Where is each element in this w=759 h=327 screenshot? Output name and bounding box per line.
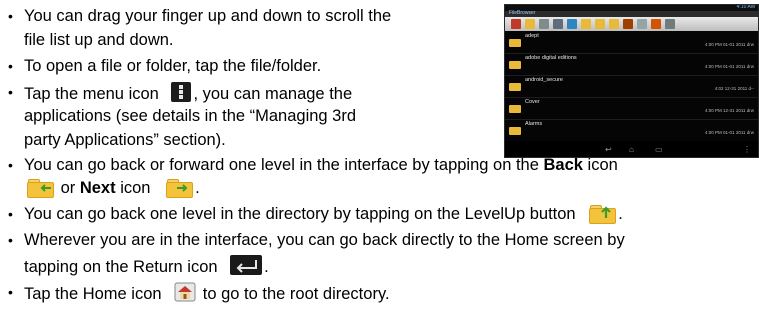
device-nav-bar: ↩ ⌂ ▭ ⋮ [505, 141, 758, 157]
file-name: adept [525, 33, 539, 39]
toolbar-levelup-icon [609, 19, 619, 29]
toolbar-folder-icon [525, 19, 535, 29]
back-label: Back [543, 156, 583, 174]
toolbar-next-icon [595, 19, 605, 29]
folder-icon [509, 105, 521, 113]
nav-home-icon: ⌂ [629, 145, 634, 154]
bullet-dot: • [8, 8, 13, 24]
bullet-6-line-1: Wherever you are in the interface, you c… [24, 231, 625, 249]
bullet-dot: • [8, 84, 13, 100]
bullet-3-line-2: applications (see details in the “Managi… [24, 107, 357, 125]
file-meta: 4:00 PM 01-01 2011 drw [705, 42, 754, 47]
bullet-2-text: To open a file or folder, tap the file/f… [24, 57, 322, 75]
back-folder-icon [26, 178, 54, 198]
nav-recent-icon: ▭ [655, 145, 663, 154]
bullet-dot: • [8, 157, 13, 173]
folder-icon [509, 39, 521, 47]
home-icon [174, 282, 196, 302]
device-screenshot: 4:10 AM FileBrowser adept 4:00 PM 01-01 … [504, 4, 759, 158]
next-folder-icon [165, 178, 194, 198]
nav-menu-icon: ⋮ [743, 145, 751, 154]
bullet-3-line-1: Tap the menu icon , you can manage the [24, 82, 352, 104]
bullet-5-text-post: . [618, 205, 623, 223]
bullet-7-text: Tap the Home icon to go to the root dire… [24, 282, 390, 304]
file-name: adobe digital editions [525, 55, 577, 61]
bullet-1-line-2: file list up and down. [24, 31, 174, 49]
bullet-4-line-2-pre: or [56, 179, 80, 197]
device-file-row: Cover 4:00 PM 12-31 2011 drw [505, 97, 758, 120]
toolbar-edit-icon [553, 19, 563, 29]
file-meta: 4:00 PM 12-31 2011 drw [705, 108, 754, 113]
device-file-row: adept 4:00 PM 01-01 2011 drw [505, 31, 758, 54]
bullet-4-line-2: or Next icon . [24, 178, 200, 198]
folder-icon [509, 127, 521, 135]
bullet-6-text-post: . [264, 258, 269, 276]
bullet-3-line-3: party Applications” section). [24, 131, 226, 149]
bullet-dot: • [8, 58, 13, 74]
toolbar-settings-icon [651, 19, 661, 29]
toolbar-doc-icon [539, 19, 549, 29]
folder-icon [509, 83, 521, 91]
toolbar-copy-icon [637, 19, 647, 29]
toolbar-text-icon [665, 19, 675, 29]
bullet-dot: • [8, 206, 13, 222]
bullet-dot: • [8, 284, 13, 300]
bullet-4-line-2-post: . [195, 179, 200, 197]
bullet-4-line-2-mid: icon [115, 179, 151, 197]
device-toolbar [505, 17, 758, 31]
file-meta: 4:00 PM 01-01 2011 drw [705, 64, 754, 69]
device-file-row: android_secure 4:02 12-31 2011 d-- [505, 75, 758, 98]
file-meta: 4:00 PM 01-01 2011 drw [705, 130, 754, 135]
nav-back-icon: ↩ [605, 145, 612, 154]
device-status-time: 4:10 AM [736, 4, 755, 10]
bullet-6-line-2: tapping on the Return icon . [24, 255, 269, 277]
bullet-1-line-1: You can drag your finger up and down to … [24, 7, 392, 25]
file-name: Alarms [525, 121, 543, 127]
menu-icon [171, 82, 192, 102]
device-file-row: Alarms 4:00 PM 01-01 2011 drw [505, 119, 758, 141]
bullet-7-text-pre: Tap the Home icon [24, 285, 162, 303]
manual-page: • You can drag your finger up and down t… [0, 0, 759, 327]
device-file-row: adobe digital editions 4:00 PM 01-01 201… [505, 53, 758, 76]
file-name: android_secure [525, 77, 563, 83]
next-label: Next [79, 179, 116, 197]
folder-icon [509, 61, 521, 69]
bullet-3-text-pre: Tap the menu icon [24, 85, 159, 103]
bullet-5-text-pre: You can go back one level in the directo… [24, 205, 576, 223]
toolbar-back-icon [581, 19, 591, 29]
bullet-dot: • [8, 232, 13, 248]
bullet-4-text-pre: You can go back or forward one level in … [24, 156, 544, 174]
bullet-5-text: You can go back one level in the directo… [24, 204, 623, 224]
bullet-4-text-mid: icon [582, 156, 618, 174]
toolbar-image-icon [567, 19, 577, 29]
device-app-title: FileBrowser [509, 10, 536, 16]
toolbar-home-icon [511, 19, 521, 29]
file-name: Cover [525, 99, 540, 105]
toolbar-tool-icon [623, 19, 633, 29]
levelup-folder-icon [588, 204, 617, 224]
bullet-6-text-pre: tapping on the Return icon [24, 258, 218, 276]
bullet-7-text-post: to go to the root directory. [198, 285, 390, 303]
file-meta: 4:02 12-31 2011 d-- [714, 86, 754, 91]
bullet-3-text-post: , you can manage the [193, 85, 353, 103]
return-icon [230, 255, 263, 275]
bullet-4-line-1: You can go back or forward one level in … [24, 155, 618, 175]
